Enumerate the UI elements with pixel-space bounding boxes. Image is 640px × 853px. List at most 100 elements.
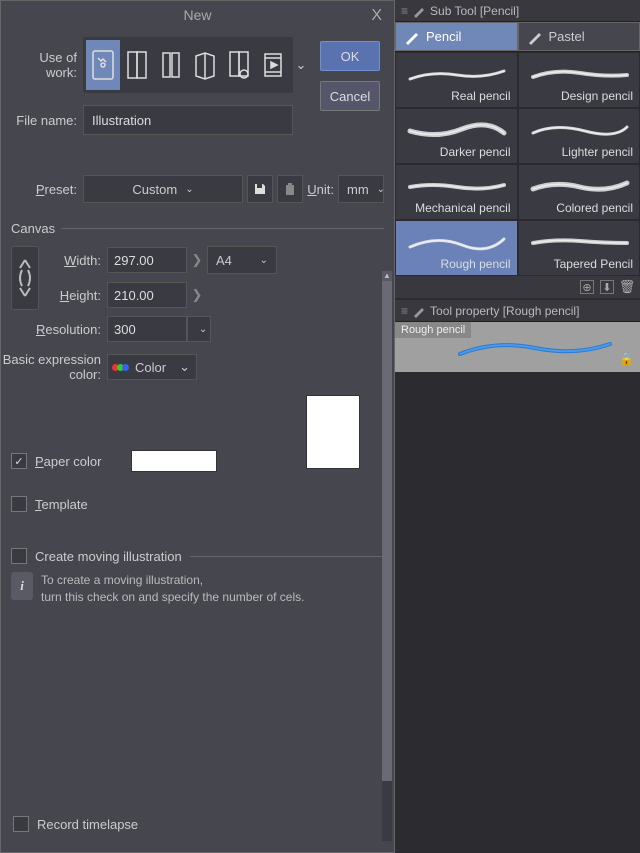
height-input[interactable] (107, 282, 187, 308)
brush-darker-pencil[interactable]: Darker pencil (395, 108, 518, 164)
chevron-down-icon: ⌄ (185, 184, 193, 195)
canvas-preview (306, 395, 360, 469)
unit-value: mm (347, 182, 369, 197)
work-settings-icon[interactable] (222, 40, 256, 90)
preset-delete-icon[interactable] (277, 175, 303, 203)
preset-value: Custom (132, 182, 177, 197)
resolution-label: Resolution: (29, 322, 107, 337)
unit-dropdown[interactable]: mm ⌄ (338, 175, 384, 203)
brush-preview-stroke (455, 336, 615, 360)
subtool-header-text: Sub Tool [Pencil] (430, 4, 519, 18)
preset-save-icon[interactable] (247, 175, 273, 203)
link-arrow-icon[interactable]: ❯ (187, 287, 207, 303)
brush-toolbar: ⊕ ⬇ 🗑 (395, 276, 640, 298)
paper-size-value: A4 (216, 253, 232, 268)
rgb-icon (114, 364, 129, 371)
subtool-tabs: Pencil Pastel (395, 22, 640, 52)
height-label: Height: (49, 288, 107, 303)
resolution-dropdown[interactable]: ⌄ (187, 316, 211, 342)
width-input[interactable] (107, 247, 187, 273)
subtool-panel-header[interactable]: ≡ Sub Tool [Pencil] (395, 0, 640, 22)
scrollbar-thumb[interactable] (382, 281, 392, 781)
preset-label: Preset: (11, 182, 83, 197)
brush-label: Colored pencil (556, 201, 633, 215)
work-chevron-icon[interactable]: ⌄ (293, 57, 309, 73)
moving-illustration-label: Create moving illustration (35, 549, 182, 564)
link-arrow-icon[interactable]: ❯ (187, 252, 207, 268)
brush-label: Real pencil (451, 89, 510, 103)
delete-brush-icon[interactable]: 🗑 (620, 280, 634, 294)
tab-label: Pencil (426, 29, 461, 44)
scrollbar[interactable]: ▲ (382, 281, 392, 841)
expression-label: Basic expression color: (0, 352, 107, 382)
tool-property-header[interactable]: ≡ Tool property [Rough pencil] (395, 300, 640, 322)
info-text: To create a moving illustration, turn th… (41, 572, 304, 606)
work-comic-icon[interactable] (120, 40, 154, 90)
brush-label: Lighter pencil (562, 145, 633, 159)
paper-size-dropdown[interactable]: A4 ⌄ (207, 246, 277, 274)
cancel-button[interactable]: Cancel (320, 81, 380, 111)
canvas-section-title: Canvas (11, 221, 55, 236)
scroll-up-icon[interactable]: ▲ (382, 271, 392, 281)
add-brush-icon[interactable]: ⬇ (600, 280, 614, 294)
brush-mechanical-pencil[interactable]: Mechanical pencil (395, 164, 518, 220)
brush-stroke-preview (525, 173, 635, 199)
pencil-icon (412, 304, 426, 318)
filename-input[interactable] (83, 105, 293, 135)
work-animation-icon[interactable] (256, 40, 290, 90)
brush-grid: Real pencil Design pencil Darker pencil … (395, 52, 640, 276)
brush-stroke-preview (402, 117, 512, 143)
brush-design-pencil[interactable]: Design pencil (518, 52, 640, 108)
divider (61, 228, 384, 229)
brush-label: Design pencil (561, 89, 633, 103)
brush-label: Rough pencil (440, 257, 510, 271)
paper-color-label: Paper color (35, 454, 101, 469)
ok-button[interactable]: OK (320, 41, 380, 71)
info-icon: i (11, 572, 33, 600)
pencil-icon (412, 4, 426, 18)
tab-pencil[interactable]: Pencil (395, 22, 518, 51)
grip-icon: ≡ (401, 304, 406, 318)
brush-label: Mechanical pencil (415, 201, 510, 215)
pastel-icon (527, 29, 543, 45)
brush-colored-pencil[interactable]: Colored pencil (518, 164, 640, 220)
brush-stroke-preview (525, 117, 635, 143)
chevron-down-icon: ⌄ (179, 359, 190, 375)
lock-icon[interactable]: 🔒 (619, 352, 634, 366)
work-illustration-icon[interactable] (86, 40, 120, 90)
record-timelapse-checkbox[interactable] (13, 816, 29, 832)
grip-icon: ≡ (401, 4, 406, 18)
template-label: Template (35, 497, 88, 512)
paper-color-checkbox[interactable] (11, 453, 27, 469)
tool-property-title: Tool property [Rough pencil] (430, 304, 579, 318)
moving-illustration-checkbox[interactable] (11, 548, 27, 564)
brush-stroke-preview (402, 173, 512, 199)
record-timelapse-label: Record timelapse (37, 817, 138, 832)
chevron-down-icon: ⌄ (260, 255, 268, 266)
duplicate-brush-icon[interactable]: ⊕ (580, 280, 594, 294)
expression-value: Color (135, 360, 166, 375)
width-label: Width: (49, 253, 107, 268)
brush-real-pencil[interactable]: Real pencil (395, 52, 518, 108)
preset-dropdown[interactable]: Custom ⌄ (83, 175, 243, 203)
template-checkbox[interactable] (11, 496, 27, 512)
unit-label: Unit: (307, 182, 334, 197)
use-of-work-group (83, 37, 293, 93)
new-document-dialog: New X OK Cancel Use of work: (0, 0, 395, 853)
brush-tapered-pencil[interactable]: Tapered Pencil (518, 220, 640, 276)
chevron-down-icon: ⌄ (377, 184, 385, 195)
expression-color-dropdown[interactable]: Color ⌄ (107, 354, 197, 380)
work-print-icon[interactable] (188, 40, 222, 90)
brush-rough-pencil[interactable]: Rough pencil (395, 220, 518, 276)
filename-label: File name: (11, 113, 83, 128)
brush-label: Darker pencil (440, 145, 511, 159)
resolution-input[interactable] (107, 316, 187, 342)
brush-stroke-preview (402, 61, 512, 87)
tab-pastel[interactable]: Pastel (518, 22, 640, 51)
use-of-work-label: Use of work: (11, 50, 83, 80)
brush-lighter-pencil[interactable]: Lighter pencil (518, 108, 640, 164)
close-icon[interactable]: X (371, 7, 382, 25)
work-show-all-icon[interactable] (154, 40, 188, 90)
orientation-toggle[interactable] (11, 246, 39, 310)
paper-color-swatch[interactable] (131, 450, 217, 472)
